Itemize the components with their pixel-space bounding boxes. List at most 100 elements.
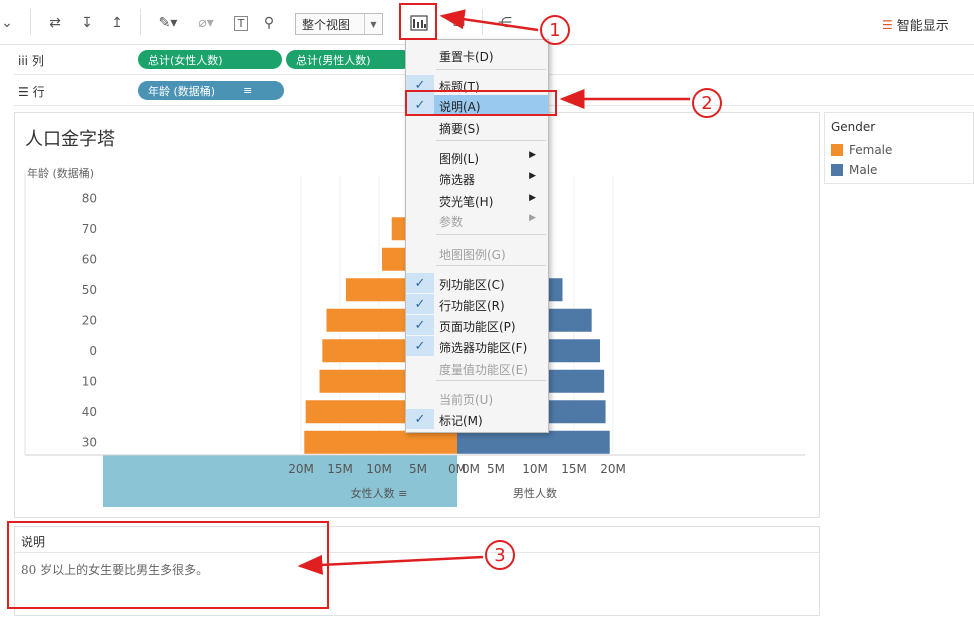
legend-item-female[interactable]: Female xyxy=(831,143,892,157)
menu-item-15[interactable]: ✓ 标记(M) xyxy=(406,409,548,429)
menu-check-column xyxy=(406,168,434,188)
y-tick-label: 50 xyxy=(82,283,97,297)
annotation-box-toolbar-button xyxy=(399,3,437,40)
annotation-box-caption-item xyxy=(405,90,557,116)
checkmark-icon: ✓ xyxy=(406,315,434,335)
menu-separator xyxy=(436,380,546,381)
x-right-axis-title: 男性人数 xyxy=(513,486,557,500)
rows-icon: ☰ xyxy=(18,85,29,99)
x-left-tick-label: 5M xyxy=(409,462,427,476)
legend-swatch-male xyxy=(831,164,843,176)
view-fit-dropdown[interactable]: 整个视图 ▼ xyxy=(295,13,383,35)
menu-item-0[interactable]: 重置卡(D) xyxy=(406,45,548,65)
submenu-arrow-icon: ▶ xyxy=(529,213,536,223)
menu-check-column xyxy=(406,210,434,230)
checkmark-icon: ✓ xyxy=(406,294,434,314)
menu-check-column xyxy=(406,117,434,137)
y-tick-label: 40 xyxy=(82,405,97,419)
annotation-box-caption-panel xyxy=(7,521,329,609)
menu-item-label: 当前页(U) xyxy=(439,393,494,407)
menu-item-label: 筛选器 xyxy=(439,173,476,187)
menu-check-column xyxy=(406,147,434,167)
bar-male-30 xyxy=(457,430,610,454)
checkmark-icon: ✓ xyxy=(406,409,434,429)
legend-swatch-female xyxy=(831,144,843,156)
menu-separator xyxy=(436,234,546,235)
column-pill-female[interactable]: 总计(女性人数) xyxy=(138,50,282,69)
legend-label-female: Female xyxy=(849,143,893,157)
menu-check-column xyxy=(406,358,434,378)
menu-item-9[interactable]: ✓ 列功能区(C) xyxy=(406,273,548,293)
sort-descending-icon[interactable]: ↥ xyxy=(104,12,130,34)
menu-item-label: 度量值功能区(E) xyxy=(439,363,528,377)
toolbar-separator xyxy=(140,9,141,35)
legend-label-male: Male xyxy=(849,163,878,177)
checkmark-icon: ✓ xyxy=(406,273,434,293)
menu-item-label: 地图图例(G) xyxy=(439,248,506,262)
sort-icon: ≡ xyxy=(243,84,253,97)
swap-rows-columns-icon[interactable]: ⇄ xyxy=(42,12,68,34)
column-pill-male[interactable]: 总计(男性人数) xyxy=(286,50,412,69)
legend-title: Gender xyxy=(831,120,876,134)
sort-ascending-icon[interactable]: ↧ xyxy=(74,12,100,34)
text-label-icon[interactable]: T xyxy=(230,12,252,34)
presentation-icon[interactable]: ▭ xyxy=(448,12,470,34)
menu-item-11[interactable]: ✓ 页面功能区(P) xyxy=(406,315,548,335)
y-tick-label: 30 xyxy=(82,435,97,449)
annotation-step-2: 2 xyxy=(692,88,722,118)
x-left-tick-label: 10M xyxy=(366,462,392,476)
menu-item-label: 筛选器功能区(F) xyxy=(439,341,528,355)
menu-item-13: 度量值功能区(E) xyxy=(406,358,548,378)
menu-item-4[interactable]: 图例(L) ▶ xyxy=(406,147,548,167)
submenu-arrow-icon: ▶ xyxy=(529,150,536,160)
y-tick-label: 0 xyxy=(89,344,97,358)
menu-item-label: 图例(L) xyxy=(439,152,480,166)
annotation-step-3: 3 xyxy=(485,540,515,570)
y-tick-label: 10 xyxy=(82,374,97,388)
menu-item-5[interactable]: 筛选器 ▶ xyxy=(406,168,548,188)
row-pill-age-label: 年龄 (数据桶) xyxy=(148,84,216,98)
menu-item-10[interactable]: ✓ 行功能区(R) xyxy=(406,294,548,314)
x-left-axis-title: 女性人数 ≡ xyxy=(351,486,408,500)
pin-icon[interactable]: ⚲ xyxy=(258,12,280,34)
columns-icon: iii xyxy=(18,54,29,68)
rows-label-text: 行 xyxy=(32,85,45,99)
x-right-tick-label: 10M xyxy=(522,462,548,476)
menu-item-8: 地图图例(G) xyxy=(406,243,548,263)
toolbar-separator xyxy=(30,9,31,35)
menu-item-label: 参数 xyxy=(439,215,464,229)
submenu-arrow-icon: ▶ xyxy=(529,171,536,181)
x-left-tick-label: 20M xyxy=(288,462,314,476)
menu-check-column xyxy=(406,45,434,65)
menu-item-3[interactable]: 摘要(S) xyxy=(406,117,548,137)
smart-show-icon: ☰ xyxy=(882,17,893,32)
menu-separator xyxy=(436,140,546,141)
menu-item-label: 行功能区(R) xyxy=(439,299,505,313)
x-left-tick-label: 15M xyxy=(327,462,353,476)
legend-item-male[interactable]: Male xyxy=(831,163,877,177)
smart-show-label: 智能显示 xyxy=(896,19,949,34)
x-right-tick-label: 0M xyxy=(462,462,480,476)
row-pill-age[interactable]: 年龄 (数据桶) ≡ xyxy=(138,81,284,100)
menu-item-6[interactable]: 荧光笔(H) ▶ xyxy=(406,190,548,210)
menu-item-label: 标记(M) xyxy=(439,414,483,428)
menu-item-7: 参数 ▶ xyxy=(406,210,548,230)
menu-separator xyxy=(436,69,546,70)
y-tick-label: 80 xyxy=(82,191,97,205)
columns-label-text: 列 xyxy=(31,54,44,68)
columns-shelf-label: iii 列 xyxy=(18,52,44,69)
share-icon[interactable]: ⋲ xyxy=(494,12,516,34)
menu-item-label: 列功能区(C) xyxy=(439,278,505,292)
menu-item-label: 页面功能区(P) xyxy=(439,320,516,334)
x-right-tick-label: 5M xyxy=(487,462,505,476)
smart-show-button[interactable]: ☰ 智能显示 xyxy=(882,15,949,35)
menu-item-12[interactable]: ✓ 筛选器功能区(F) xyxy=(406,336,548,356)
highlight-pen-icon[interactable]: ✎▾ xyxy=(152,12,184,34)
toolbar-edge-icon[interactable]: ⌄ xyxy=(0,12,14,34)
menu-item-label: 重置卡(D) xyxy=(439,50,494,64)
x-right-tick-label: 20M xyxy=(600,462,626,476)
clip-icon[interactable]: ⌀▾ xyxy=(190,12,222,34)
menu-item-label: 摘要(S) xyxy=(439,122,480,136)
menu-item-14: 当前页(U) xyxy=(406,388,548,408)
y-tick-label: 60 xyxy=(82,252,97,266)
